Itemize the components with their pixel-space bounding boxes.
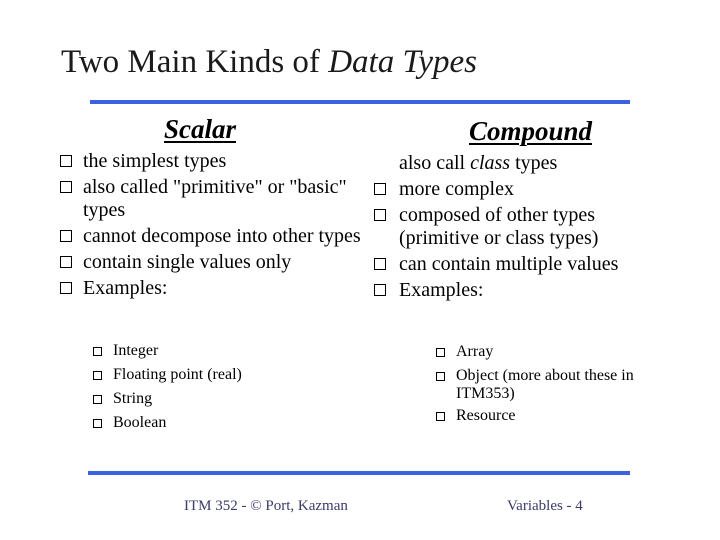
footer-course: ITM 352 - © Port, Kazman — [184, 498, 348, 514]
intro-suffix: types — [510, 152, 558, 174]
list-item: Examples: — [60, 277, 368, 300]
bullet-text: can contain multiple values — [399, 253, 619, 275]
sub-bullet-box-icon — [436, 412, 445, 421]
compound-heading: Compound — [469, 116, 593, 146]
title-plain: Two Main Kinds of — [61, 44, 329, 80]
example-text: Object (more about these in ITM353) — [456, 367, 634, 402]
compound-bullet-list: also call class types more complex compo… — [374, 152, 679, 305]
bullet-box-icon — [374, 284, 386, 296]
bullet-text: composed of other types (primitive or cl… — [399, 204, 599, 249]
footer-page: Variables - 4 — [507, 498, 583, 514]
bullet-text: the simplest types — [83, 150, 227, 172]
compound-examples-list: Array Object (more about these in ITM353… — [436, 343, 696, 431]
compound-bullets: more complex composed of other types (pr… — [374, 178, 679, 302]
bullet-text: cannot decompose into other types — [83, 225, 361, 247]
slide-title: Two Main Kinds of Data Types — [61, 42, 477, 82]
list-item: Resource — [436, 407, 696, 425]
sub-bullet-box-icon — [93, 419, 102, 428]
list-item: Floating point (real) — [93, 366, 353, 384]
list-item: Examples: — [374, 279, 679, 302]
list-item: Integer — [93, 342, 353, 360]
list-item: Boolean — [93, 414, 353, 432]
list-item: also called "primitive" or "basic" types — [60, 176, 368, 222]
example-text: Resource — [456, 407, 516, 424]
bullet-text: Examples: — [399, 279, 484, 301]
title-italic: Data Types — [328, 44, 477, 80]
bullet-box-icon — [60, 155, 72, 167]
bullet-box-icon — [374, 258, 386, 270]
list-item: Object (more about these in ITM353) — [436, 367, 696, 403]
bullet-box-icon — [374, 209, 386, 221]
list-item: cannot decompose into other types — [60, 225, 368, 248]
intro-italic: class — [470, 152, 511, 174]
scalar-bullet-list: the simplest types also called "primitiv… — [60, 150, 368, 303]
list-item: String — [93, 390, 353, 408]
list-item: can contain multiple values — [374, 253, 679, 276]
bullet-box-icon — [60, 181, 72, 193]
list-item: more complex — [374, 178, 679, 201]
example-text: Array — [456, 343, 494, 360]
bullet-text: Examples: — [83, 277, 168, 299]
list-item: Array — [436, 343, 696, 361]
example-text: String — [113, 390, 153, 407]
sub-bullet-box-icon — [93, 371, 102, 380]
bullet-text: contain single values only — [83, 251, 292, 273]
scalar-heading: Scalar — [164, 114, 237, 144]
bullet-text: also called "primitive" or "basic" types — [83, 176, 347, 221]
scalar-examples-list: Integer Floating point (real) String Boo… — [93, 342, 353, 438]
intro-prefix: also call — [399, 152, 471, 174]
sub-bullet-box-icon — [436, 372, 445, 381]
bullet-box-icon — [60, 230, 72, 242]
sub-bullet-box-icon — [93, 347, 102, 356]
list-item: contain single values only — [60, 251, 368, 274]
bullet-text: more complex — [399, 178, 514, 200]
bullet-box-icon — [60, 256, 72, 268]
sub-bullet-box-icon — [93, 395, 102, 404]
example-text: Boolean — [113, 414, 167, 431]
bullet-box-icon — [60, 282, 72, 294]
sub-bullet-box-icon — [436, 348, 445, 357]
list-item: the simplest types — [60, 150, 368, 173]
compound-intro: also call class types — [399, 152, 679, 175]
list-item: composed of other types (primitive or cl… — [374, 204, 679, 250]
bullet-box-icon — [374, 183, 386, 195]
example-text: Integer — [113, 342, 159, 359]
example-text: Floating point (real) — [113, 366, 242, 383]
footer-divider — [88, 471, 630, 475]
title-divider — [90, 100, 630, 104]
